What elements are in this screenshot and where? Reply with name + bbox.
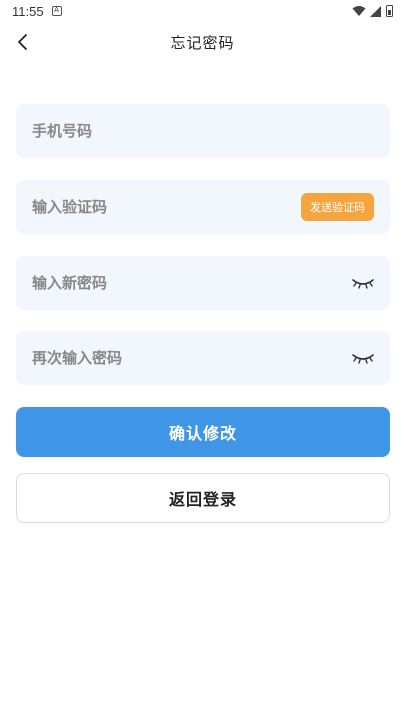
notification-icon: A	[51, 6, 62, 16]
status-bar: 11:55 A	[0, 0, 405, 22]
nav-bar: 忘记密码	[0, 22, 405, 62]
status-icons	[352, 5, 393, 17]
signal-icon	[370, 5, 381, 17]
page-title: 忘记密码	[170, 33, 235, 52]
new-password-field	[16, 256, 390, 310]
new-password-input[interactable]	[32, 274, 352, 292]
eye-closed-icon[interactable]	[352, 276, 374, 290]
code-field: 发送验证码	[16, 180, 390, 234]
status-time: 11:55	[12, 3, 44, 19]
code-input[interactable]	[32, 198, 301, 216]
confirm-password-field	[16, 331, 390, 385]
confirm-change-button[interactable]: 确认修改	[16, 407, 390, 457]
wifi-icon	[352, 6, 366, 16]
phone-field	[16, 104, 390, 158]
battery-icon	[386, 5, 393, 17]
eye-closed-icon[interactable]	[352, 351, 374, 365]
back-to-login-button[interactable]: 返回登录	[16, 473, 390, 523]
confirm-password-input[interactable]	[32, 349, 352, 367]
chevron-left-icon	[18, 34, 27, 50]
phone-input[interactable]	[32, 122, 374, 140]
send-code-button[interactable]: 发送验证码	[301, 193, 374, 221]
back-button[interactable]	[10, 30, 34, 54]
